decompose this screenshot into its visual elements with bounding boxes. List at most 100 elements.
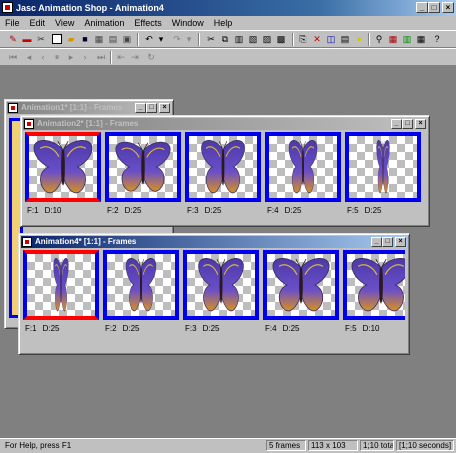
view-animation-icon[interactable]: ▥ [402, 34, 412, 44]
frame-label: F:5 D:10 [345, 324, 380, 333]
frame-thumbnail[interactable] [25, 132, 101, 202]
menu-view[interactable]: View [50, 16, 79, 30]
paste-after-icon[interactable]: ▩ [276, 34, 286, 44]
close-button[interactable]: × [415, 119, 426, 129]
animation2-window[interactable]: Animation2* [1:1] - Frames _ □ × F:1 D:10 [20, 115, 430, 227]
frame-properties-icon[interactable]: ▣ [122, 34, 132, 44]
insert-frames-icon[interactable]: ⎘ [298, 34, 308, 44]
app-icon[interactable] [2, 2, 13, 13]
frame-thumbnail[interactable] [183, 250, 259, 320]
animation1-title: Animation1* [1:1] - Frames [21, 103, 123, 112]
animation4-frames-strip: F:1 D:25 F:2 D:25 F:3 D:25 F:4 D:25 F:5 … [23, 250, 405, 350]
previous-frame-icon[interactable]: ◂ [24, 52, 34, 62]
frame-thumbnail[interactable] [23, 250, 99, 320]
copy-icon[interactable]: ⧉ [220, 34, 230, 44]
status-bar: For Help, press F1 5 frames 113 x 103 1;… [0, 438, 456, 453]
butterfly-image [200, 136, 246, 198]
print-icon[interactable]: ▤ [108, 34, 118, 44]
paste-new-animation-icon[interactable]: ▧ [248, 34, 258, 44]
lightbulb-icon[interactable]: ● [354, 34, 364, 44]
open-folder-icon[interactable]: ▰ [66, 34, 76, 44]
menu-window[interactable]: Window [167, 16, 209, 30]
paste-before-icon[interactable]: ▨ [262, 34, 272, 44]
next-frame-icon[interactable]: › [80, 52, 90, 62]
frame-thumbnail[interactable] [105, 132, 181, 202]
butterfly-image [376, 136, 390, 198]
window-title: Jasc Animation Shop - Animation4 [16, 3, 164, 13]
status-seconds: [1;10 seconds] [396, 440, 454, 451]
butterfly-image [271, 254, 331, 316]
main-toolbar: ✎ ▬ ✂ ▰ ■ ▦ ▤ ▣ ↶ ▾ ↷ ▾ ✂ ⧉ ▥ ▧ ▨ ▩ ⎘ ✕ … [0, 30, 456, 48]
frame-label: F:3 D:25 [185, 324, 220, 333]
loop-end-icon[interactable]: ⇥ [130, 52, 140, 62]
color-palette-icon[interactable]: ▦ [388, 34, 398, 44]
frame-label: F:1 D:10 [27, 206, 62, 215]
wizard-icon[interactable]: ✎ [8, 34, 18, 44]
image-effect-icon[interactable]: ▤ [340, 34, 350, 44]
redo-icon[interactable]: ↷ [172, 34, 182, 44]
banner-wizard-icon[interactable]: ▬ [22, 34, 32, 44]
frame-label: F:4 D:25 [267, 206, 302, 215]
pause-icon[interactable]: ⏸ [52, 52, 62, 62]
close-button[interactable]: × [442, 2, 454, 13]
frame-thumbnail[interactable] [185, 132, 261, 202]
save-icon[interactable]: ■ [80, 34, 90, 44]
butterfly-image [288, 136, 318, 198]
animation-window-icon [8, 103, 18, 113]
mdi-workspace: Animation1* [1:1] - Frames _ □ × Animati… [0, 66, 456, 438]
help-icon[interactable]: ? [432, 34, 442, 44]
frame-label: F:2 D:25 [107, 206, 142, 215]
delete-frames-icon[interactable]: ✕ [312, 34, 322, 44]
optimize-icon[interactable]: ✂ [36, 34, 46, 44]
menu-file[interactable]: File [0, 16, 25, 30]
close-button[interactable]: × [395, 237, 406, 247]
butterfly-image [29, 136, 97, 198]
frame-thumbnail[interactable] [103, 250, 179, 320]
toolbar-separator [292, 33, 294, 46]
status-total-time: 1;10 total seconds [360, 440, 394, 451]
frame-thumbnail[interactable] [345, 132, 421, 202]
minimize-button[interactable]: _ [416, 2, 428, 13]
minimize-button[interactable]: _ [391, 119, 402, 129]
minimize-button[interactable]: _ [135, 103, 146, 113]
animation4-title-bar[interactable]: Animation4* [1:1] - Frames _ □ × [21, 236, 407, 248]
maximize-button[interactable]: □ [428, 2, 440, 13]
cut-icon[interactable]: ✂ [206, 34, 216, 44]
step-back-icon[interactable]: ‹ [38, 52, 48, 62]
maximize-button[interactable]: □ [382, 237, 393, 247]
title-bar[interactable]: Jasc Animation Shop - Animation4 _ □ × [0, 0, 456, 16]
frame-thumbnail[interactable] [265, 132, 341, 202]
crop-icon[interactable]: ◫ [326, 34, 336, 44]
status-frame-size: 113 x 103 [308, 440, 358, 451]
menu-animation[interactable]: Animation [79, 16, 129, 30]
play-icon[interactable]: ▸ [66, 52, 76, 62]
animation1-title-bar[interactable]: Animation1* [1:1] - Frames _ □ × [7, 102, 171, 114]
redo-dropdown-icon[interactable]: ▾ [184, 34, 194, 44]
maximize-button[interactable]: □ [402, 119, 413, 129]
frame-label: F:3 D:25 [187, 206, 222, 215]
maximize-button[interactable]: □ [146, 103, 157, 113]
menu-edit[interactable]: Edit [25, 16, 51, 30]
paste-icon[interactable]: ▥ [234, 34, 244, 44]
close-button[interactable]: × [159, 103, 170, 113]
tool-palette-icon[interactable]: ▦ [416, 34, 426, 44]
animation2-title-bar[interactable]: Animation2* [1:1] - Frames _ □ × [23, 118, 427, 130]
minimize-button[interactable]: _ [371, 237, 382, 247]
new-file-icon[interactable] [52, 34, 62, 44]
loop-start-icon[interactable]: ⇤ [116, 52, 126, 62]
animation4-window[interactable]: Animation4* [1:1] - Frames _ □ × F:1 D:25 [18, 233, 410, 355]
undo-dropdown-icon[interactable]: ▾ [156, 34, 166, 44]
last-frame-icon[interactable]: ⏭ [96, 52, 106, 62]
status-frame-count: 5 frames [266, 440, 306, 451]
frame-thumbnail[interactable] [263, 250, 339, 320]
menu-effects[interactable]: Effects [129, 16, 166, 30]
first-frame-icon[interactable]: ⏮ [8, 52, 18, 62]
zoom-icon[interactable]: ⚲ [374, 34, 384, 44]
menu-help[interactable]: Help [209, 16, 238, 30]
save-as-icon[interactable]: ▦ [94, 34, 104, 44]
frame-thumbnail[interactable] [343, 250, 405, 320]
undo-icon[interactable]: ↶ [144, 34, 154, 44]
butterfly-image [125, 254, 157, 316]
refresh-icon[interactable]: ↻ [146, 52, 156, 62]
toolbar-separator [137, 33, 139, 46]
